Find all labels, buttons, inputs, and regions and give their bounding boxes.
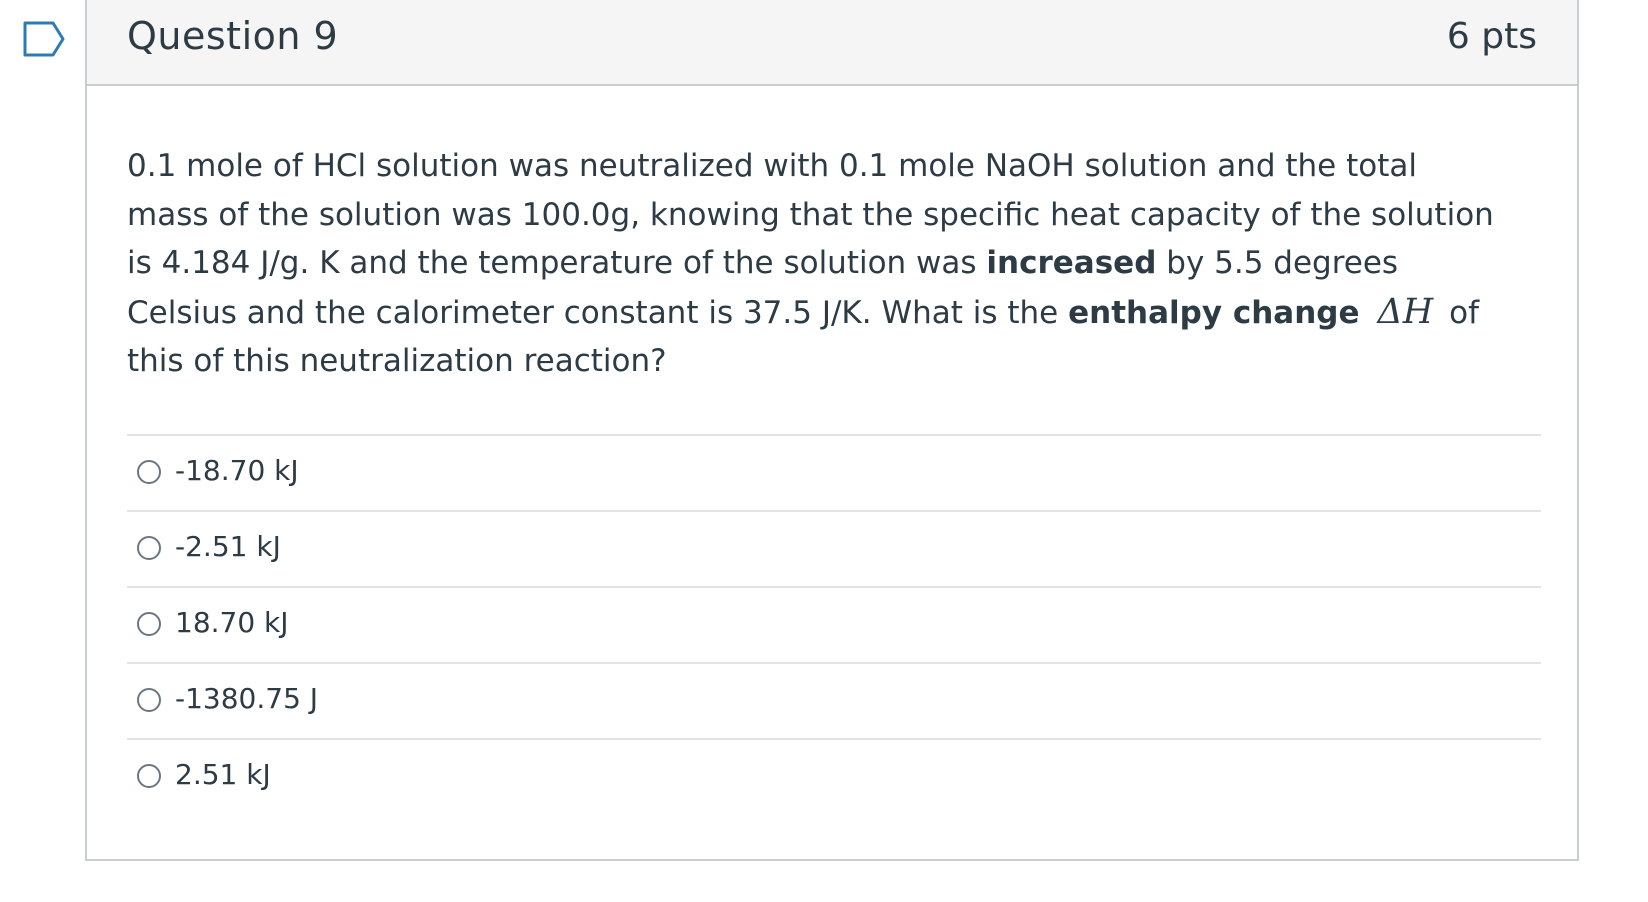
flag-outline-icon [23, 21, 65, 57]
answer-label: -1380.75 J [175, 682, 319, 715]
answer-option[interactable]: -2.51 kJ [127, 510, 1541, 586]
question-text-bold: increased [986, 245, 1157, 281]
answer-label: -2.51 kJ [175, 530, 281, 563]
question-header: Question 9 6 pts [87, 0, 1577, 86]
question-text: 0.1 mole of HCl solution was neutralized… [127, 142, 1497, 386]
answer-list: -18.70 kJ -2.51 kJ 18.70 kJ -1380.75 J 2… [127, 434, 1541, 814]
radio-button[interactable] [137, 612, 161, 636]
answer-label: -18.70 kJ [175, 454, 299, 487]
delta-h-math: ΔH [1377, 291, 1434, 332]
answer-option[interactable]: 2.51 kJ [127, 738, 1541, 814]
answer-label: 2.51 kJ [175, 758, 271, 791]
radio-button[interactable] [137, 688, 161, 712]
question-points: 6 pts [1446, 16, 1537, 57]
radio-button[interactable] [137, 460, 161, 484]
question-title: Question 9 [127, 14, 339, 58]
answer-option[interactable]: -18.70 kJ [127, 434, 1541, 510]
question-card: Question 9 6 pts 0.1 mole of HCl solutio… [85, 0, 1579, 861]
answer-label: 18.70 kJ [175, 606, 289, 639]
answer-option[interactable]: -1380.75 J [127, 662, 1541, 738]
flag-question-toggle[interactable] [22, 20, 70, 62]
answer-option[interactable]: 18.70 kJ [127, 586, 1541, 662]
radio-button[interactable] [137, 764, 161, 788]
question-text-bold: enthalpy change [1068, 294, 1360, 331]
radio-button[interactable] [137, 536, 161, 560]
